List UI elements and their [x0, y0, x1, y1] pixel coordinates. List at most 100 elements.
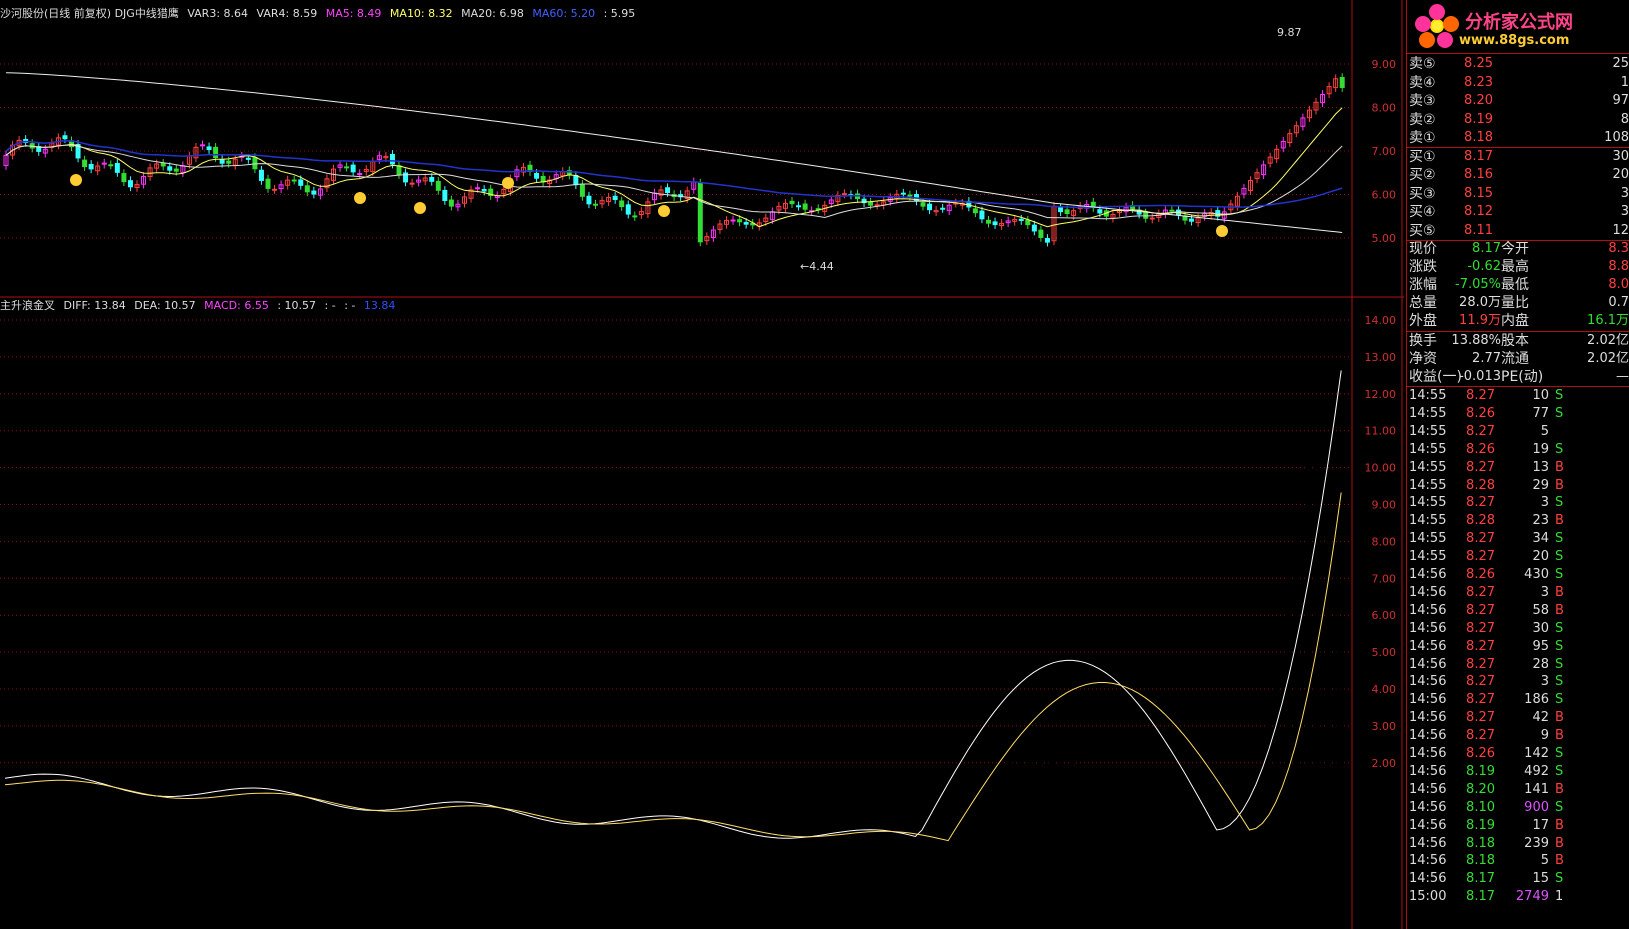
candles: [3, 73, 1345, 247]
tick-row: 14:56 8.27 42 B: [1409, 709, 1629, 727]
macd-bar: [1052, 738, 1055, 830]
tick-row: 14:55 8.28 29 B: [1409, 477, 1629, 495]
tick-time: 14:56: [1409, 871, 1447, 887]
candle-body: [1031, 224, 1037, 232]
tick-volume: 3: [1540, 674, 1549, 690]
tick-price: 8.27: [1466, 692, 1495, 708]
macd-bar: [423, 828, 427, 830]
chart-area[interactable]: 沙河股份(日线 前复权) DJG中线猎鹰 VAR3: 8.64 VAR4: 8.…: [0, 0, 1404, 929]
macd-tick-label: 8.00: [1372, 535, 1397, 548]
tick-volume: 3: [1540, 495, 1549, 511]
ma60-value: MA60: 5.20: [532, 7, 596, 20]
macd-bar: [76, 830, 80, 839]
tick-volume: 900: [1524, 799, 1549, 815]
macd-bar: [547, 830, 551, 841]
candle-body: [108, 164, 114, 167]
book-volume: 97: [1612, 93, 1629, 108]
price-tick-label: 9.00: [1372, 58, 1397, 71]
macd-bar: [115, 830, 119, 831]
tick-price: 8.27: [1466, 423, 1495, 439]
macd-bar: [573, 830, 577, 837]
macd-bar: [645, 826, 649, 830]
tick-price: 8.17: [1466, 889, 1495, 905]
stock-chart-svg[interactable]: 9.00 8.00 7.00 6.00 5.00 14.00 13.00 12.00 11.0…: [0, 0, 1404, 929]
logo-flower-icon: [1415, 4, 1459, 48]
candle-body: [435, 181, 441, 191]
macd-bar: [521, 819, 525, 830]
tick-volume: 95: [1532, 638, 1549, 654]
macd-bar: [927, 830, 931, 833]
sell-row: 卖④ 8.23 1: [1409, 74, 1629, 92]
sell-row: 卖⑤ 8.25 25: [1409, 55, 1629, 73]
book-price: 8.12: [1464, 204, 1493, 219]
macd-bar: [213, 830, 217, 842]
macd-bar: [1130, 830, 1134, 848]
macd-tick-label: 4.00: [1372, 683, 1397, 696]
tick-price: 8.28: [1466, 513, 1495, 529]
quote-label: 总量: [1409, 295, 1437, 311]
macd-bar: [1294, 520, 1298, 830]
candle-body: [986, 219, 991, 224]
tick-time: 14:56: [1409, 853, 1447, 869]
macd-bar: [901, 830, 905, 841]
tick-price: 8.27: [1466, 495, 1495, 511]
book-price: 8.23: [1464, 74, 1493, 90]
candle-body: [789, 200, 795, 205]
quote-row: 外盘 11.9万 内盘 16.1万: [1409, 312, 1629, 330]
book-price: 8.19: [1464, 111, 1493, 127]
dea-value: DEA: 10.57: [134, 299, 196, 312]
macd-bar: [541, 830, 545, 840]
tick-time: 14:55: [1409, 477, 1447, 493]
candle-body: [429, 177, 435, 182]
chart-markers: 9.87 ←4.44: [70, 26, 1302, 273]
signal-coin-icon: [414, 202, 426, 214]
macd-bar: [62, 824, 66, 830]
tick-volume: 58: [1532, 602, 1549, 618]
book-mid-sep: [1407, 147, 1629, 148]
macd-bar: [501, 824, 505, 830]
price-tick-label: 5.00: [1372, 232, 1397, 245]
macd-bar: [1025, 735, 1029, 830]
macd-bar: [790, 830, 793, 834]
tick-row: 14:56 8.19 17 B: [1409, 817, 1629, 835]
diff-line: [4, 370, 1342, 839]
macd-bar: [855, 824, 859, 830]
tick-price: 8.27: [1466, 728, 1495, 744]
tick-side: S: [1555, 763, 1564, 779]
macd-bar: [357, 830, 361, 836]
tick-row: 14:55 8.28 23 B: [1409, 512, 1629, 530]
signal-coin-icon: [354, 192, 366, 204]
tick-price: 8.19: [1466, 817, 1495, 833]
book-price: 8.11: [1464, 222, 1493, 238]
fund-label2: 股本: [1501, 333, 1529, 349]
macd-tick-label: 13.00: [1365, 351, 1397, 364]
macd-bar: [482, 824, 486, 830]
candle-body: [625, 204, 631, 215]
tick-time: 14:55: [1409, 388, 1447, 403]
macd-bar: [292, 821, 296, 830]
macd-bar: [737, 819, 741, 830]
macd-bar: [1104, 806, 1108, 830]
tick-volume: 15: [1532, 871, 1549, 887]
quote-label: 涨幅: [1409, 277, 1437, 293]
book-volume: 25: [1612, 56, 1629, 71]
macd-bar: [835, 820, 839, 830]
book-price: 8.17: [1464, 148, 1493, 164]
tick-price: 8.27: [1466, 710, 1495, 726]
macd-bar: [881, 822, 885, 830]
price-tick-label: 8.00: [1372, 102, 1397, 115]
tick-price: 8.27: [1466, 656, 1495, 672]
macd-tick-label: 6.00: [1372, 609, 1397, 622]
macd-bar: [639, 828, 643, 830]
macd-bar: [436, 830, 440, 837]
macd-bar: [600, 824, 604, 830]
book-label: 买③: [1409, 185, 1436, 202]
tick-time: 14:55: [1409, 549, 1447, 565]
macd-bar: [1058, 743, 1062, 830]
macd-bar: [449, 830, 453, 845]
quote-label2: 最高: [1501, 259, 1529, 275]
macd-bar: [193, 830, 197, 832]
tick-volume: 17: [1532, 817, 1549, 833]
macd-tick-label: 11.00: [1365, 425, 1397, 438]
macd-tick-label: 14.00: [1365, 314, 1397, 327]
